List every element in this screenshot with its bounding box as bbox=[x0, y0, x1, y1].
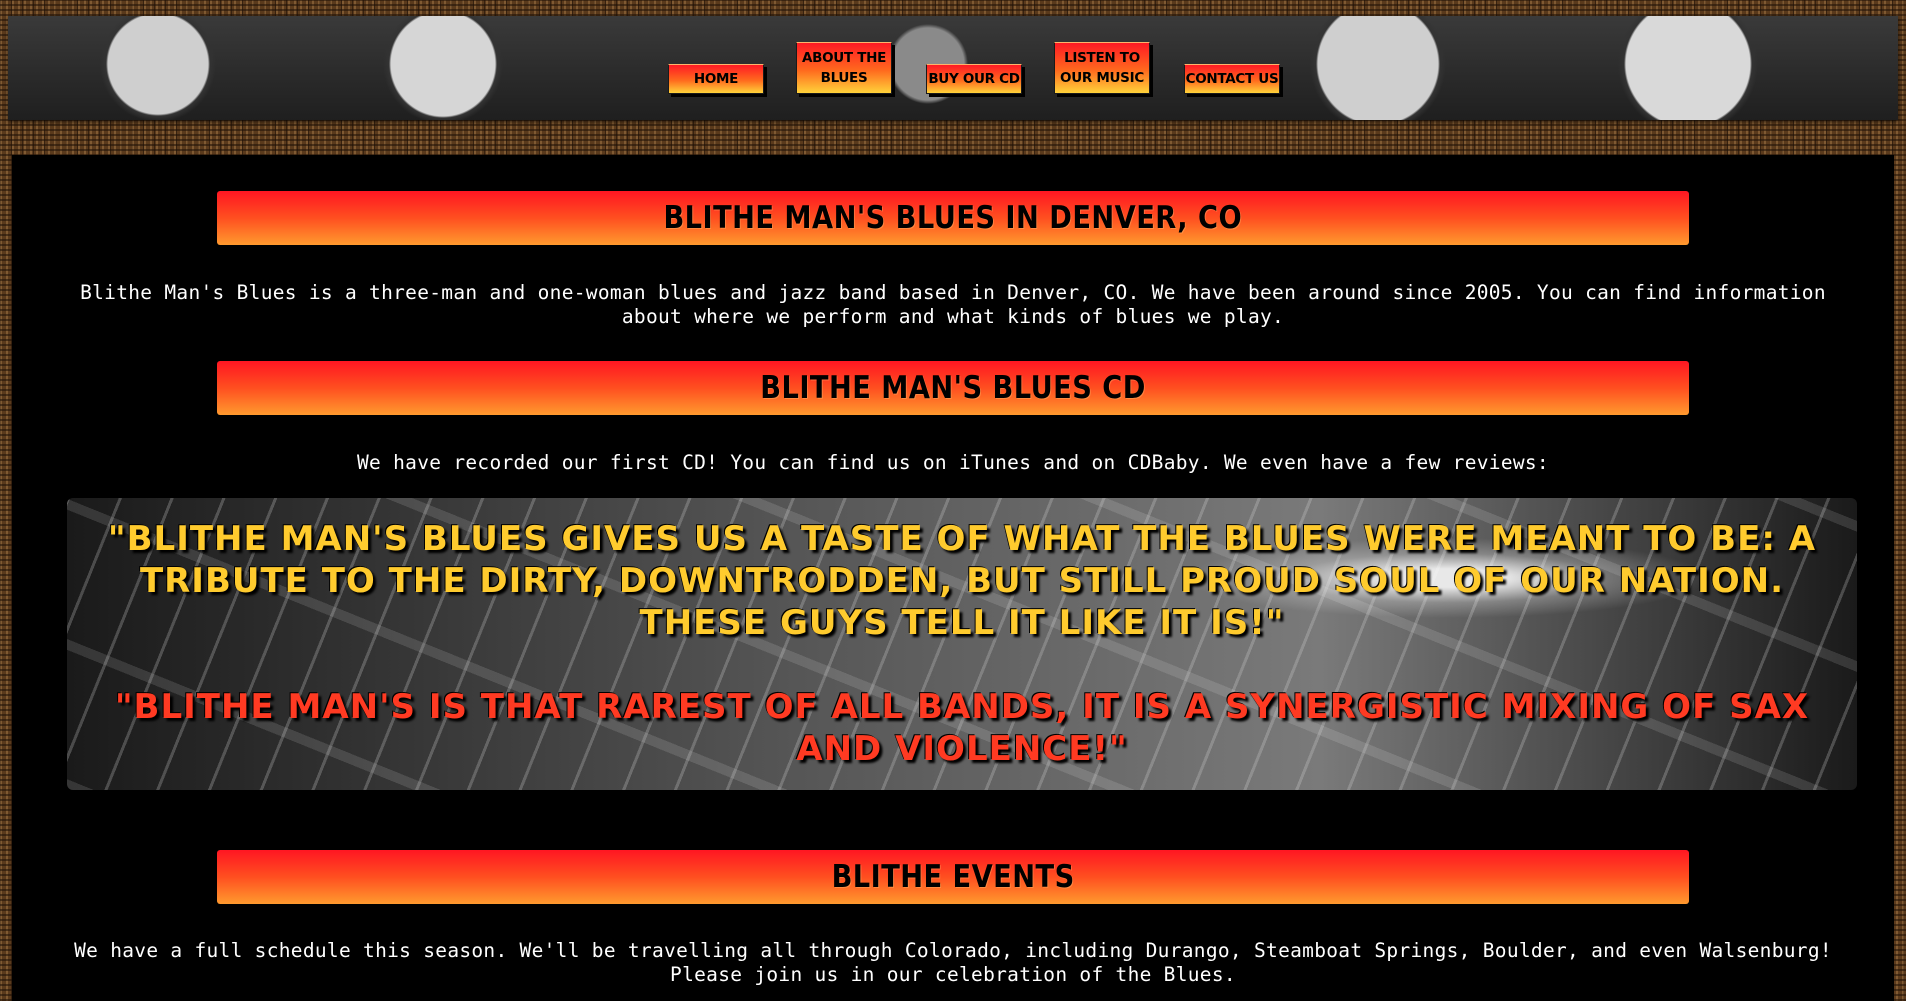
nav-about-label-line1: ABOUT THE bbox=[801, 50, 887, 66]
nav-buy-cd-button[interactable]: BUY OUR CD bbox=[926, 64, 1022, 94]
nav-about-button[interactable]: ABOUT THE BLUES bbox=[796, 42, 892, 94]
events-text: We have a full schedule this season. We'… bbox=[74, 939, 1832, 986]
cd-heading: BLITHE MAN'S BLUES CD bbox=[760, 370, 1146, 406]
nav-listen-label-line1: LISTEN TO bbox=[1064, 50, 1140, 66]
events-heading: BLITHE EVENTS bbox=[831, 859, 1075, 895]
intro-heading-banner: BLITHE MAN'S BLUES IN DENVER, CO bbox=[217, 191, 1689, 245]
events-heading-banner: BLITHE EVENTS bbox=[217, 850, 1689, 904]
header-banner: HOME ABOUT THE BLUES BUY OUR CD LISTEN T… bbox=[8, 16, 1898, 120]
nav-contact-button[interactable]: CONTACT US bbox=[1184, 64, 1280, 94]
nav-contact-label: CONTACT US bbox=[1185, 71, 1279, 87]
nav-about-label-line2: BLUES bbox=[820, 70, 868, 86]
review-quote-1: "BLITHE MAN'S BLUES GIVES US A TASTE OF … bbox=[107, 519, 1817, 643]
nav-home-button[interactable]: HOME bbox=[668, 64, 764, 94]
main-content: BLITHE MAN'S BLUES IN DENVER, CO Blithe … bbox=[12, 155, 1894, 1001]
intro-text: Blithe Man's Blues is a three-man and on… bbox=[80, 281, 1826, 328]
reviews-panel: "BLITHE MAN'S BLUES GIVES US A TASTE OF … bbox=[67, 498, 1857, 790]
nav-buy-cd-label: BUY OUR CD bbox=[928, 71, 1020, 87]
nav-listen-label-line2: OUR MUSIC bbox=[1060, 70, 1144, 86]
cd-heading-banner: BLITHE MAN'S BLUES CD bbox=[217, 361, 1689, 415]
nav-listen-button[interactable]: LISTEN TO OUR MUSIC bbox=[1054, 42, 1150, 94]
main-nav: HOME ABOUT THE BLUES BUY OUR CD LISTEN T… bbox=[8, 16, 1898, 120]
review-quote-2: "BLITHE MAN'S IS THAT RAREST OF ALL BAND… bbox=[114, 687, 1810, 769]
nav-home-label: HOME bbox=[693, 71, 739, 87]
intro-heading: BLITHE MAN'S BLUES IN DENVER, CO bbox=[663, 200, 1243, 236]
cd-text: We have recorded our first CD! You can f… bbox=[357, 451, 1549, 474]
